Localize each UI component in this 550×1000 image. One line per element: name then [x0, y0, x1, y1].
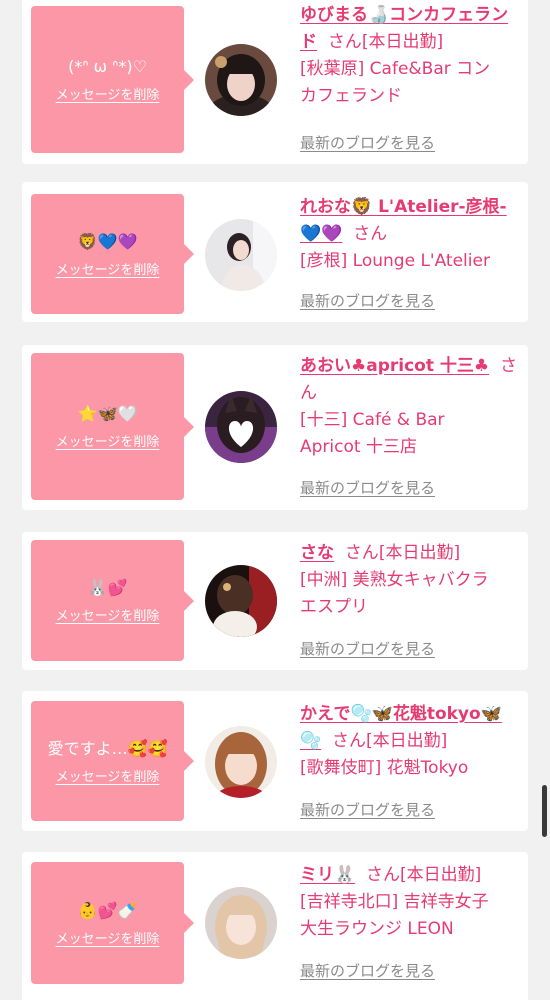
message-info: さな さん[本日出勤] [中洲] 美熟女キャバクラ エスプリ [300, 540, 522, 621]
san-suffix: さん [327, 32, 362, 52]
latest-blog-link[interactable]: 最新のブログを見る [300, 132, 435, 153]
message-card: 🐰💕 メッセージを削除 さな さん[本日出勤] [中洲] 美熟女キャバクラ エス… [22, 532, 528, 670]
delete-message-link[interactable]: メッセージを削除 [56, 605, 160, 624]
delete-message-link[interactable]: メッセージを削除 [56, 431, 160, 450]
shop-line: [十三] Café & Bar [300, 410, 445, 430]
message-card: 🦁💙💜 メッセージを削除 れおな🦁 L'Atelier-彦根-💙💜 さん [彦根… [22, 182, 528, 322]
name-line: れおな🦁 L'Atelier-彦根-💙💜 さん [300, 194, 522, 248]
latest-blog-link[interactable]: 最新のブログを見る [300, 960, 435, 981]
san-suffix: さん [365, 865, 400, 885]
message-text: 🐰💕 [87, 578, 128, 597]
delete-message-link[interactable]: メッセージを削除 [56, 928, 160, 947]
message-card: ⭐🦋🤍 メッセージを削除 あおい♣apricot 十三♣ さん [十三] Caf… [22, 345, 528, 510]
shop-line: 大生ラウンジ LEON [300, 919, 454, 939]
message-info: かえで🫧🦋花魁tokyo🦋🫧 さん[本日出勤] [歌舞伎町] 花魁Tokyo [300, 701, 522, 782]
message-bubble: 🐰💕 メッセージを削除 [31, 540, 194, 661]
latest-blog-link[interactable]: 最新のブログを見る [300, 638, 435, 659]
shop-line: [中洲] 美熟女キャバクラ [300, 570, 489, 590]
shop-line: [歌舞伎町] 花魁Tokyo [300, 758, 469, 778]
scrollbar[interactable] [542, 785, 547, 837]
avatar[interactable] [205, 391, 277, 463]
message-bubble: 🦁💙💜 メッセージを削除 [31, 194, 194, 314]
message-card: 愛ですよ…🥰🥰 メッセージを削除 かえで🫧🦋花魁tokyo🦋🫧 さん[本日出勤]… [22, 691, 528, 831]
message-text: 👶💕🍼 [77, 900, 138, 920]
avatar[interactable] [205, 726, 277, 798]
message-bubble: ⭐🦋🤍 メッセージを削除 [31, 353, 194, 500]
avatar[interactable] [205, 44, 277, 116]
girl-name-link[interactable]: れおな🦁 L'Atelier-彦根-💙💜 [300, 197, 507, 244]
name-line: ゆびまる🍶コンカフェランド さん[本日出勤] [300, 2, 522, 56]
latest-blog-link[interactable]: 最新のブログを見る [300, 477, 435, 498]
message-info: れおな🦁 L'Atelier-彦根-💙💜 さん [彦根] Lounge L'At… [300, 194, 522, 275]
message-bubble: 👶💕🍼 メッセージを削除 [31, 862, 194, 984]
girl-photo-avatar-icon [205, 391, 277, 463]
shop-line: [吉祥寺北口] 吉祥寺女子 [300, 892, 489, 912]
delete-message-link[interactable]: メッセージを削除 [56, 259, 160, 278]
avatar[interactable] [205, 219, 277, 291]
delete-message-link[interactable]: メッセージを削除 [56, 84, 160, 103]
shop-line: カフェランド [300, 86, 402, 106]
girl-photo-avatar-icon [205, 565, 277, 637]
shop-line: [彦根] Lounge L'Atelier [300, 251, 490, 271]
status-label: [本日出勤] [378, 543, 461, 563]
san-suffix: さん [344, 543, 379, 563]
girl-photo-avatar-icon [205, 726, 277, 798]
name-line: ミリ🐰 さん[本日出勤] [300, 862, 522, 889]
san-suffix: さん [353, 224, 388, 244]
girl-photo-avatar-icon [205, 44, 277, 116]
shop-line: Apricot 十三店 [300, 437, 417, 457]
girl-name-link[interactable]: あおい♣apricot 十三♣ [300, 356, 489, 376]
message-text: 愛ですよ…🥰🥰 [47, 738, 168, 758]
message-info: あおい♣apricot 十三♣ さん [十三] Café & Bar Apric… [300, 353, 522, 461]
status-label: [本日出勤] [399, 865, 482, 885]
latest-blog-link[interactable]: 最新のブログを見る [300, 799, 435, 820]
latest-blog-link[interactable]: 最新のブログを見る [300, 290, 435, 311]
message-info: ゆびまる🍶コンカフェランド さん[本日出勤] [秋葉原] Cafe&Bar コン… [300, 2, 522, 110]
girl-name-link[interactable]: ミリ🐰 [300, 865, 355, 885]
message-bubble: 愛ですよ…🥰🥰 メッセージを削除 [31, 701, 194, 821]
status-label: [本日出勤] [361, 32, 444, 52]
girl-photo-avatar-icon [205, 219, 277, 291]
name-line: さな さん[本日出勤] [300, 540, 522, 567]
name-line: かえで🫧🦋花魁tokyo🦋🫧 さん[本日出勤] [300, 701, 522, 755]
message-text: 🦁💙💜 [77, 231, 138, 251]
girl-photo-avatar-icon [205, 887, 277, 959]
message-text: ⭐🦋🤍 [77, 404, 138, 423]
message-bubble: (*ᐢ ω ᐢ*)♡ メッセージを削除 [31, 6, 194, 153]
san-suffix: さん [331, 731, 366, 751]
status-label: [本日出勤] [365, 731, 448, 751]
message-card: 👶💕🍼 メッセージを削除 ミリ🐰 さん[本日出勤] [吉祥寺北口] 吉祥寺女子 … [22, 852, 528, 1000]
message-text: (*ᐢ ω ᐢ*)♡ [68, 57, 147, 76]
shop-line: エスプリ [300, 597, 368, 617]
avatar[interactable] [205, 887, 277, 959]
message-info: ミリ🐰 さん[本日出勤] [吉祥寺北口] 吉祥寺女子 大生ラウンジ LEON [300, 862, 522, 943]
delete-message-link[interactable]: メッセージを削除 [56, 766, 160, 785]
name-line: あおい♣apricot 十三♣ さん [300, 353, 522, 407]
shop-line: [秋葉原] Cafe&Bar コン [300, 59, 491, 79]
girl-name-link[interactable]: さな [300, 543, 334, 563]
avatar[interactable] [205, 565, 277, 637]
message-card: (*ᐢ ω ᐢ*)♡ メッセージを削除 ゆびまる🍶コンカフェランド さん[本日出… [22, 0, 528, 164]
